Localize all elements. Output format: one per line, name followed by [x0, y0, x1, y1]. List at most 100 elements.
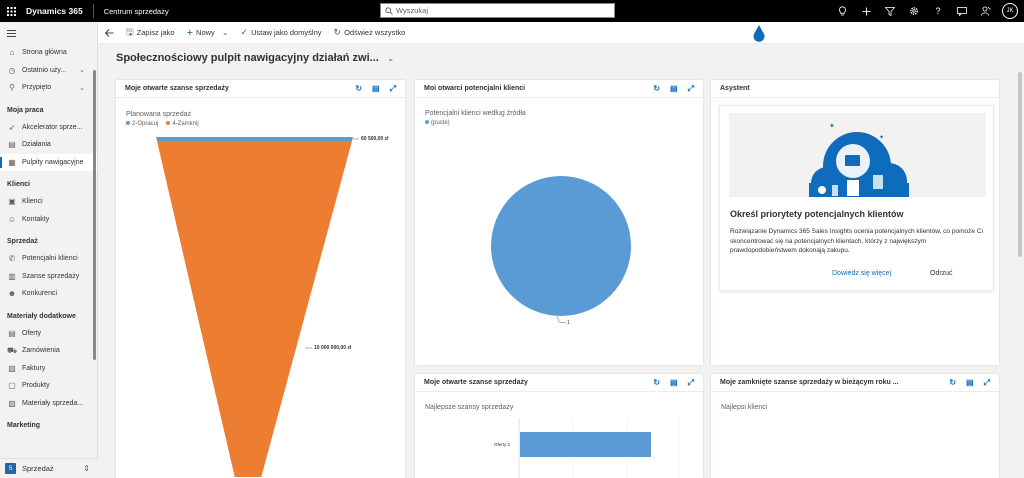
chat-icon[interactable]	[950, 0, 974, 22]
set-default-button[interactable]: ✓ Ustaw jako domyślny	[235, 22, 328, 44]
sidebar-item-label: Szanse sprzedaży	[22, 272, 80, 280]
expand-icon[interactable]: ⤢	[984, 378, 990, 388]
card-header: Moje zamknięte szanse sprzedaży w bieżąc…	[711, 374, 999, 392]
search-icon	[385, 6, 393, 15]
dashboard-icon: ▦	[8, 157, 16, 167]
legend-item[interactable]: (puste)	[425, 120, 450, 126]
person-feedback-icon[interactable]	[974, 0, 998, 22]
assistant-card: Asystent ✦ ✦ Określ priorytety potencjal…	[711, 80, 999, 365]
sidebar-item-sales-literature[interactable]: ▨ Materiały sprzeda...	[0, 395, 97, 413]
legend-label: 4-Zamknij	[172, 121, 199, 127]
sidebar-item-label: Przypięto	[22, 84, 52, 92]
refresh-icon[interactable]: ↻	[653, 378, 660, 387]
sidebar-item-orders[interactable]: ⛟ Zamówienia	[0, 342, 97, 360]
insight-card: ✦ ✦ Określ priorytety potencjalnych klie…	[719, 105, 994, 291]
clock-icon: ◷	[8, 65, 16, 75]
sidebar-item-opportunities[interactable]: ▥ Szanse sprzedaży	[0, 268, 97, 286]
sidebar-item-label: Produkty	[22, 382, 50, 390]
view-records-icon[interactable]: ▤	[966, 378, 974, 387]
expand-icon[interactable]: ⤢	[390, 84, 396, 94]
chevron-updown-icon: ⇕	[83, 464, 90, 473]
refresh-icon[interactable]: ↻	[355, 84, 362, 93]
expand-icon[interactable]: ⤢	[688, 378, 694, 388]
funnel-segment-develop[interactable]	[156, 137, 353, 141]
bar[interactable]	[520, 432, 651, 457]
legend-item[interactable]: 4-Zamknij	[166, 121, 199, 127]
expand-icon[interactable]: ⤢	[688, 84, 694, 94]
sidebar-item-label: Akcelerator sprze...	[22, 123, 83, 131]
checkmark-icon: ✓	[240, 27, 249, 37]
legend-swatch	[166, 121, 171, 126]
dashboard-title: Społecznościowy pulpit nawigacyjny dział…	[116, 52, 379, 64]
page-title[interactable]: Społecznościowy pulpit nawigacyjny dział…	[116, 52, 394, 64]
back-button[interactable]	[98, 22, 120, 44]
help-icon[interactable]: ?	[926, 0, 950, 22]
sidebar-item-leads[interactable]: ✆ Potencjalni klienci	[0, 250, 97, 268]
hamburger-menu-icon[interactable]	[0, 22, 97, 44]
sidebar-item-sales-accelerator[interactable]: ➶ Akcelerator sprze...	[0, 119, 97, 137]
area-switcher[interactable]: S Sprzedaż ⇕	[0, 458, 98, 478]
leads-chart-card: Moi otwarci potencjalni klienci ↻ ▤ ⤢ Po…	[415, 80, 703, 365]
sidebar-item-pinned[interactable]: ⚲ Przypięto ⌄	[0, 79, 97, 97]
chart-legend: 2-Opracuj 4-Zamknij	[126, 121, 395, 127]
view-records-icon[interactable]: ▤	[670, 378, 678, 387]
pie-data-label: 1	[567, 320, 570, 326]
sidebar-item-contacts[interactable]: ☺ Kontakty	[0, 211, 97, 229]
card-title: Moje otwarte szanse sprzedaży	[424, 379, 528, 386]
app-name[interactable]: Dynamics 365	[26, 6, 83, 16]
sidebar-item-products[interactable]: ▢ Produkty	[0, 377, 97, 395]
refresh-icon[interactable]: ↻	[653, 84, 660, 93]
sidebar-item-home[interactable]: ⌂ Strona główna	[0, 44, 97, 62]
lightbulb-icon[interactable]	[830, 0, 854, 22]
chevron-down-icon[interactable]: ⌄	[387, 53, 395, 64]
chevron-down-icon[interactable]: ⌄	[79, 66, 85, 74]
chart-subtitle: Planowana sprzedaż	[126, 111, 191, 118]
chart-subtitle: Najlepsze szansy sprzedaży	[425, 404, 514, 411]
search-input[interactable]: Wyszukaj	[380, 3, 615, 18]
view-records-icon[interactable]: ▤	[372, 84, 380, 93]
chevron-down-icon[interactable]: ⌄	[222, 28, 229, 37]
refresh-icon[interactable]: ↻	[949, 378, 956, 387]
avatar[interactable]: JK	[1002, 3, 1018, 19]
sidebar-item-accounts[interactable]: ▣ Klienci	[0, 193, 97, 211]
area-name[interactable]: Centrum sprzedaży	[104, 7, 169, 16]
pie-slice[interactable]	[491, 176, 631, 316]
refresh-all-button[interactable]: ↻ Odśwież wszystko	[328, 22, 412, 44]
card-header: Moje otwarte szanse sprzedaży ↻ ▤ ⤢	[116, 80, 405, 98]
closed-opportunities-chart-card: Moje zamknięte szanse sprzedaży w bieżąc…	[711, 374, 999, 478]
plus-icon[interactable]	[854, 0, 878, 22]
new-button[interactable]: + Nowy ⌄	[181, 22, 235, 44]
learn-more-link[interactable]: Dowiedz się więcej	[832, 270, 891, 277]
sidebar-item-recent[interactable]: ◷ Ostatnio uży... ⌄	[0, 62, 97, 80]
svg-text:✦: ✦	[879, 134, 884, 141]
main-scrollbar[interactable]	[1018, 72, 1022, 257]
sidebar-item-invoices[interactable]: ▧ Faktury	[0, 360, 97, 378]
sidebar-item-dashboards[interactable]: ▦ Pulpity nawigacyjne	[0, 153, 97, 171]
app-launcher-icon[interactable]	[0, 0, 22, 22]
chart-legend: (puste)	[425, 120, 693, 126]
sidebar-item-label: Materiały sprzeda...	[22, 399, 84, 407]
sidebar-group-title: Marketing	[7, 422, 41, 429]
dismiss-button[interactable]: Odrzuć	[930, 270, 953, 277]
sidebar: ⌂ Strona główna ◷ Ostatnio uży... ⌄ ⚲ Przypi…	[0, 22, 98, 478]
sidebar-item-competitors[interactable]: ☻ Konkurenci	[0, 285, 97, 303]
funnel-segment-close[interactable]	[157, 141, 352, 477]
area-badge: S	[5, 463, 16, 474]
sidebar-item-activities[interactable]: ▤ Działania	[0, 136, 97, 154]
opportunities-chart-card: Moje otwarte szanse sprzedaży ↻ ▤ ⤢ Plan…	[116, 80, 405, 478]
view-records-icon[interactable]: ▤	[670, 84, 678, 93]
sidebar-scrollbar[interactable]	[93, 70, 96, 360]
gear-icon[interactable]	[902, 0, 926, 22]
sidebar-item-label: Pulpity nawigacyjne	[22, 158, 84, 166]
filter-icon[interactable]	[878, 0, 902, 22]
save-as-button[interactable]: 🖫 Zapisz jako	[120, 22, 181, 44]
chevron-down-icon[interactable]: ⌄	[79, 84, 85, 92]
person-icon: ☺	[7, 214, 17, 224]
legend-item[interactable]: 2-Opracuj	[126, 121, 158, 127]
pie-chart	[491, 176, 631, 324]
legend-swatch	[126, 121, 130, 126]
loading-drop-icon	[753, 25, 765, 42]
cart-icon: ⛟	[7, 345, 18, 355]
invoice-icon: ▧	[8, 363, 16, 373]
sidebar-item-quotes[interactable]: ▤ Oferty	[0, 325, 97, 343]
